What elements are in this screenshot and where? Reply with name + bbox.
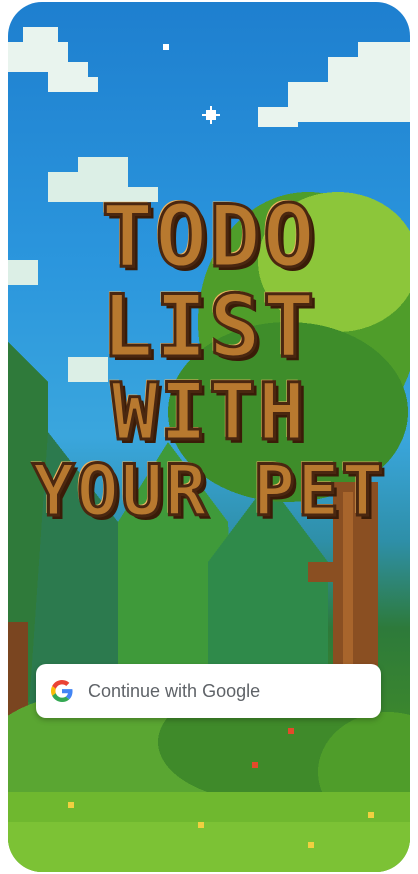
- app-screen: TODO LIST WITH YOUR PET Continue with Go…: [8, 2, 410, 872]
- title-line-2: LIST: [100, 277, 317, 377]
- title-line-3: WITH: [110, 368, 307, 458]
- title-line-1: TODO: [100, 187, 317, 287]
- cloud-top-left: [8, 27, 98, 92]
- cloud-top-right: [258, 42, 410, 127]
- app-title: TODO LIST WITH YOUR PET: [8, 187, 410, 532]
- title-line-4: YOUR PET: [31, 450, 386, 532]
- continue-with-google-button[interactable]: Continue with Google: [36, 664, 381, 718]
- google-button-label: Continue with Google: [88, 680, 261, 701]
- google-g-icon: [50, 679, 74, 703]
